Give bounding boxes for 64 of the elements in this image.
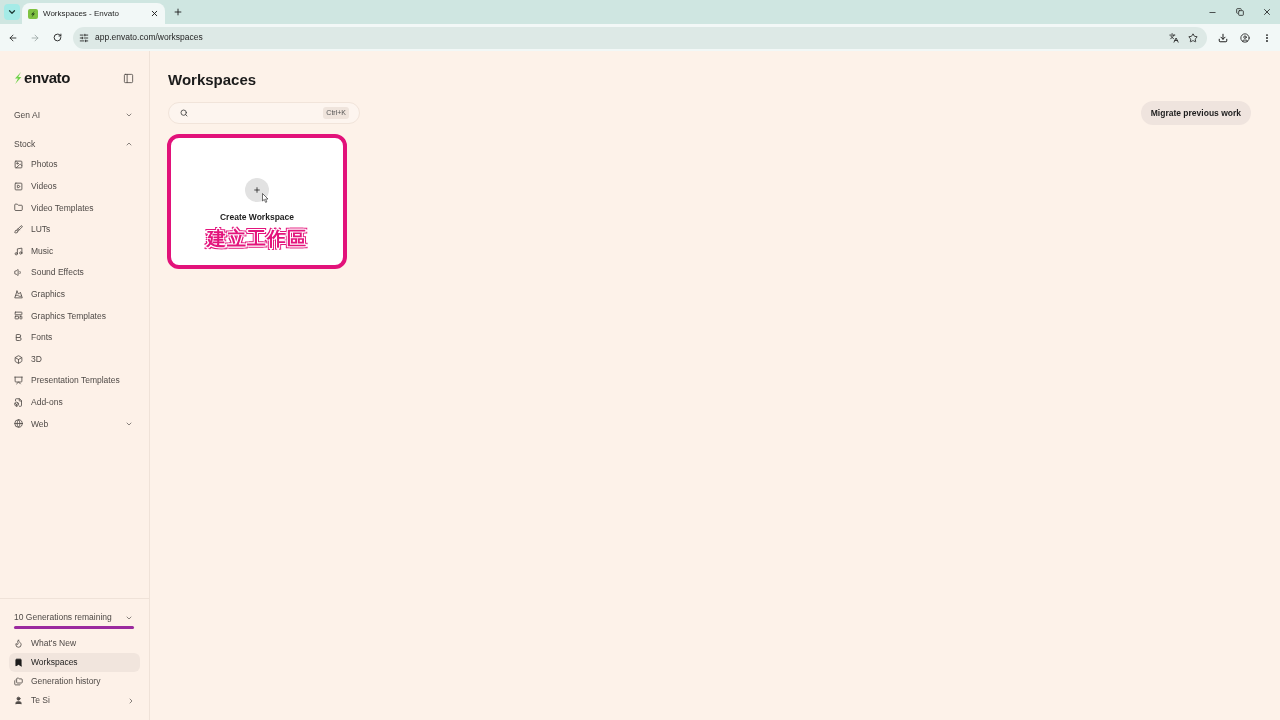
create-workspace-card[interactable]: Create Workspace 建立工作區 [167,134,347,269]
image-icon [14,160,23,170]
chevron-right-icon [127,696,135,705]
page-title: Workspaces [168,70,258,90]
tab-search-button[interactable] [4,4,20,20]
user-icon [14,696,23,705]
annotation-label: 建立工作區 [207,226,307,251]
sidebar-item[interactable]: Presentation Templates [0,369,149,392]
favicon-icon [28,8,38,19]
search-icon [180,109,188,117]
play-square-icon [14,181,23,191]
speaker-icon [14,268,23,278]
sidebar-panel-icon[interactable] [123,72,134,84]
globe-icon [14,419,23,429]
section-header[interactable]: Gen AI [0,105,149,125]
section-header[interactable]: Stock [0,134,149,154]
nav-item[interactable]: Te Si [9,691,140,710]
site-settings-icon[interactable] [79,32,89,43]
presentation-board-icon [14,376,23,386]
translate-icon[interactable] [1168,32,1179,43]
logo-leaf-icon [14,72,22,84]
close-icon[interactable] [150,9,159,18]
sidebar-item[interactable]: Fonts [0,326,149,349]
generations-dropdown[interactable]: 10 Generations remaining [0,610,149,625]
nav-item[interactable]: What's New [9,634,140,653]
back-arrow-icon[interactable] [8,32,18,43]
reload-icon[interactable] [52,33,62,42]
nav-item[interactable]: Workspaces [9,653,140,672]
sidebar-item[interactable]: LUTs [0,218,149,241]
nav-item[interactable]: Generation history [9,672,140,691]
sidebar-item[interactable]: Videos [0,175,149,198]
restore-icon[interactable] [1235,8,1244,16]
folders-icon [14,677,23,686]
bold-letter-icon [14,333,23,343]
sidebar-item[interactable]: Web [0,413,149,435]
sidebar-item[interactable]: Video Templates [0,197,149,219]
star-icon[interactable] [1187,32,1198,43]
sidebar-item[interactable]: Graphics [0,283,149,306]
sidebar-item[interactable]: Music [0,240,149,262]
address-bar[interactable]: app.envato.com/workspaces [73,26,1207,49]
close-icon[interactable] [1261,7,1272,17]
profile-icon[interactable] [1240,32,1250,43]
file-icon [14,397,23,407]
bookmark-icon [14,658,23,667]
sidebar-item[interactable]: Photos [0,154,149,176]
new-tab-icon[interactable] [173,7,183,17]
plus-icon [245,178,269,202]
layout-icon [14,311,23,321]
download-icon[interactable] [1218,32,1228,43]
mouse-pointer-icon [262,193,269,203]
chevron-down-icon [7,7,17,17]
folder-icon [14,203,23,213]
music-note-icon [14,246,23,256]
sidebar-item[interactable]: 3D [0,348,149,370]
brush-icon [14,225,23,235]
sidebar-item[interactable]: Graphics Templates [0,305,149,327]
mountain-icon [14,289,23,299]
logo-text: envato [24,70,70,86]
cube-icon [14,354,23,364]
migrate-button[interactable]: Migrate previous work [1140,101,1251,125]
browser-tab[interactable]: Workspaces - Envato [22,3,165,24]
sidebar-item[interactable]: Sound Effects [0,261,149,284]
flame-icon [14,639,23,648]
sidebar-item[interactable]: Add-ons [0,391,149,414]
